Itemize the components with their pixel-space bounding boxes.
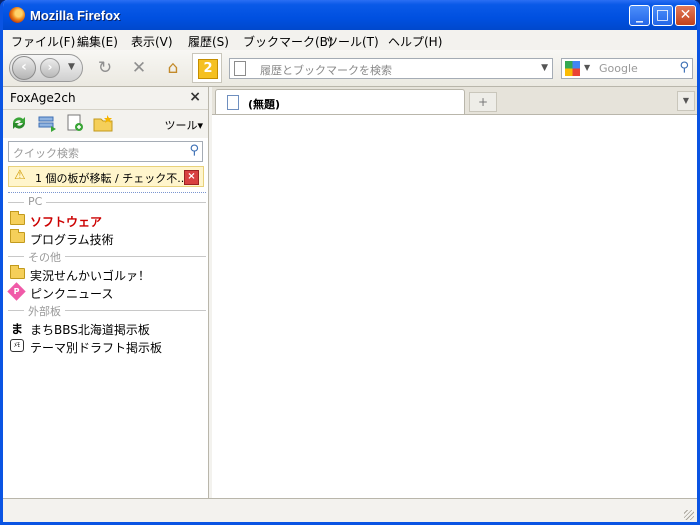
resize-grip[interactable] bbox=[684, 510, 694, 520]
tree-item-label: テーマ別ドラフト掲示板 bbox=[30, 341, 163, 355]
separator-label: PC bbox=[24, 195, 47, 208]
notice-text[interactable]: 1 個の板が移転 / チェック不... bbox=[35, 170, 188, 186]
tab-list-button[interactable]: ▼ bbox=[677, 91, 695, 111]
search-icon[interactable]: ⚲ bbox=[679, 60, 689, 75]
forward-button[interactable]: › bbox=[40, 58, 60, 78]
tree-item-pink-news[interactable]: P ピンクニュース bbox=[7, 282, 206, 301]
tab-strip: (無題) + ▼ bbox=[212, 87, 697, 115]
folder-icon bbox=[10, 265, 25, 279]
quick-search-input[interactable]: クイック検索 ⚲ bbox=[8, 141, 203, 162]
url-dropdown-icon[interactable]: ▼ bbox=[541, 63, 548, 73]
quick-search-placeholder: クイック検索 bbox=[13, 147, 79, 160]
tab-label: (無題) bbox=[248, 98, 281, 111]
sidebar: FoxAge2ch × ツール▾ クイック検索 ⚲ ⚠ 1 個の板が移転 / チ… bbox=[3, 87, 209, 498]
firefox-icon bbox=[9, 7, 25, 23]
tree-item-label: 実況せんかいゴルァ！ bbox=[30, 269, 151, 283]
menu-edit[interactable]: 編集(E) bbox=[77, 33, 118, 50]
foxage-badge-button[interactable]: 2 bbox=[192, 53, 222, 83]
machi-bbs-icon: ま bbox=[11, 322, 24, 336]
search-icon[interactable]: ⚲ bbox=[189, 143, 199, 158]
chevron-down-icon: ▼ bbox=[682, 96, 690, 105]
page-icon bbox=[227, 95, 239, 110]
tree-item-machi-bbs[interactable]: ま まちBBS北海道掲示板 bbox=[8, 319, 206, 337]
sidebar-close-icon[interactable]: × bbox=[189, 89, 201, 105]
menu-view[interactable]: 表示(V) bbox=[131, 33, 173, 50]
maximize-icon: □ bbox=[655, 7, 670, 23]
maximize-button[interactable]: □ bbox=[652, 5, 673, 26]
folder-icon bbox=[10, 229, 25, 243]
engine-dropdown-icon[interactable]: ▼ bbox=[584, 63, 590, 72]
menu-file[interactable]: ファイル(F) bbox=[11, 33, 75, 50]
memo-board-icon: ﾒﾓ bbox=[10, 339, 24, 352]
warning-icon: ⚠ bbox=[14, 168, 26, 183]
check-updates-icon[interactable] bbox=[9, 114, 29, 132]
url-bar[interactable]: 履歴とブックマークを検索 ▼ bbox=[229, 58, 553, 79]
notice-close-icon[interactable]: × bbox=[184, 170, 199, 185]
plus-icon: + bbox=[477, 95, 489, 109]
add-board-icon[interactable] bbox=[65, 114, 85, 132]
board-tree: PC ソフトウェア プログラム技術 その他 実況せんかいゴルァ！ P ピンクニュ… bbox=[7, 192, 206, 355]
tab-untitled[interactable]: (無題) bbox=[215, 89, 465, 114]
folder-icon bbox=[10, 211, 25, 225]
tree-item-label: ソフトウェア bbox=[30, 215, 103, 229]
forward-arrow-icon: › bbox=[47, 60, 53, 74]
history-dropdown-icon[interactable]: ▼ bbox=[68, 62, 75, 72]
sidebar-title: FoxAge2ch bbox=[10, 91, 76, 105]
new-folder-icon[interactable] bbox=[93, 114, 113, 132]
navigation-toolbar: ‹ › ▼ ↻ ✕ ⌂ 2 履歴とブックマークを検索 ▼ ▼ Google ⚲ bbox=[3, 50, 697, 87]
tree-item-programming[interactable]: プログラム技術 bbox=[8, 229, 206, 247]
separator-other: その他 bbox=[8, 247, 206, 265]
menu-bookmarks[interactable]: ブックマーク(B) bbox=[243, 33, 333, 50]
stop-icon[interactable]: ✕ bbox=[129, 58, 149, 78]
new-tab-button[interactable]: + bbox=[469, 92, 497, 112]
minimize-button[interactable]: _ bbox=[629, 5, 650, 26]
menu-bar: ファイル(F) 編集(E) 表示(V) 履歴(S) ブックマーク(B) ツール(… bbox=[3, 30, 697, 50]
menu-history[interactable]: 履歴(S) bbox=[188, 33, 229, 50]
url-placeholder: 履歴とブックマークを検索 bbox=[260, 64, 392, 77]
back-forward-group: ‹ › ▼ bbox=[9, 54, 83, 82]
content-area: (無題) + ▼ bbox=[212, 87, 697, 498]
sidebar-toolbar: ツール▾ bbox=[3, 110, 208, 138]
tree-item-jikkyo[interactable]: 実況せんかいゴルァ！ bbox=[8, 265, 206, 283]
separator-external: 外部板 bbox=[8, 301, 206, 319]
foxage-badge-count: 2 bbox=[198, 59, 218, 79]
browser-window: Mozilla Firefox _ □ ✕ ファイル(F) 編集(E) 表示(V… bbox=[0, 0, 700, 525]
close-button[interactable]: ✕ bbox=[675, 5, 696, 26]
back-button[interactable]: ‹ bbox=[12, 56, 36, 80]
close-icon: ✕ bbox=[679, 7, 692, 23]
sidebar-header: FoxAge2ch × bbox=[3, 87, 208, 110]
open-updates-icon[interactable] bbox=[37, 114, 57, 132]
separator-label: 外部板 bbox=[24, 303, 65, 319]
tree-item-label: プログラム技術 bbox=[30, 233, 114, 247]
search-placeholder: Google bbox=[599, 62, 638, 75]
minimize-icon: _ bbox=[636, 7, 643, 23]
tree-item-label: ピンクニュース bbox=[30, 287, 114, 301]
pink-board-icon: P bbox=[7, 282, 26, 301]
separator-pc: PC bbox=[8, 193, 206, 211]
back-arrow-icon: ‹ bbox=[21, 59, 27, 75]
tree-item-label: まちBBS北海道掲示板 bbox=[30, 323, 150, 337]
window-title: Mozilla Firefox bbox=[30, 8, 121, 23]
tree-item-theme-board[interactable]: ﾒﾓ テーマ別ドラフト掲示板 bbox=[8, 337, 206, 355]
menu-tools[interactable]: ツール(T) bbox=[326, 33, 379, 50]
page-icon bbox=[234, 61, 246, 76]
reload-icon[interactable]: ↻ bbox=[95, 58, 115, 78]
google-engine-icon[interactable] bbox=[565, 61, 580, 76]
tree-item-software[interactable]: ソフトウェア bbox=[8, 211, 206, 229]
status-bar bbox=[3, 498, 697, 522]
search-box[interactable]: ▼ Google ⚲ bbox=[561, 58, 693, 79]
home-icon[interactable]: ⌂ bbox=[163, 58, 183, 78]
separator-label: その他 bbox=[24, 249, 65, 265]
menu-help[interactable]: ヘルプ(H) bbox=[388, 33, 442, 50]
title-bar: Mozilla Firefox _ □ ✕ bbox=[3, 0, 697, 30]
board-moved-notice: ⚠ 1 個の板が移転 / チェック不... × bbox=[8, 166, 204, 187]
sidebar-tools-menu[interactable]: ツール▾ bbox=[164, 117, 203, 133]
